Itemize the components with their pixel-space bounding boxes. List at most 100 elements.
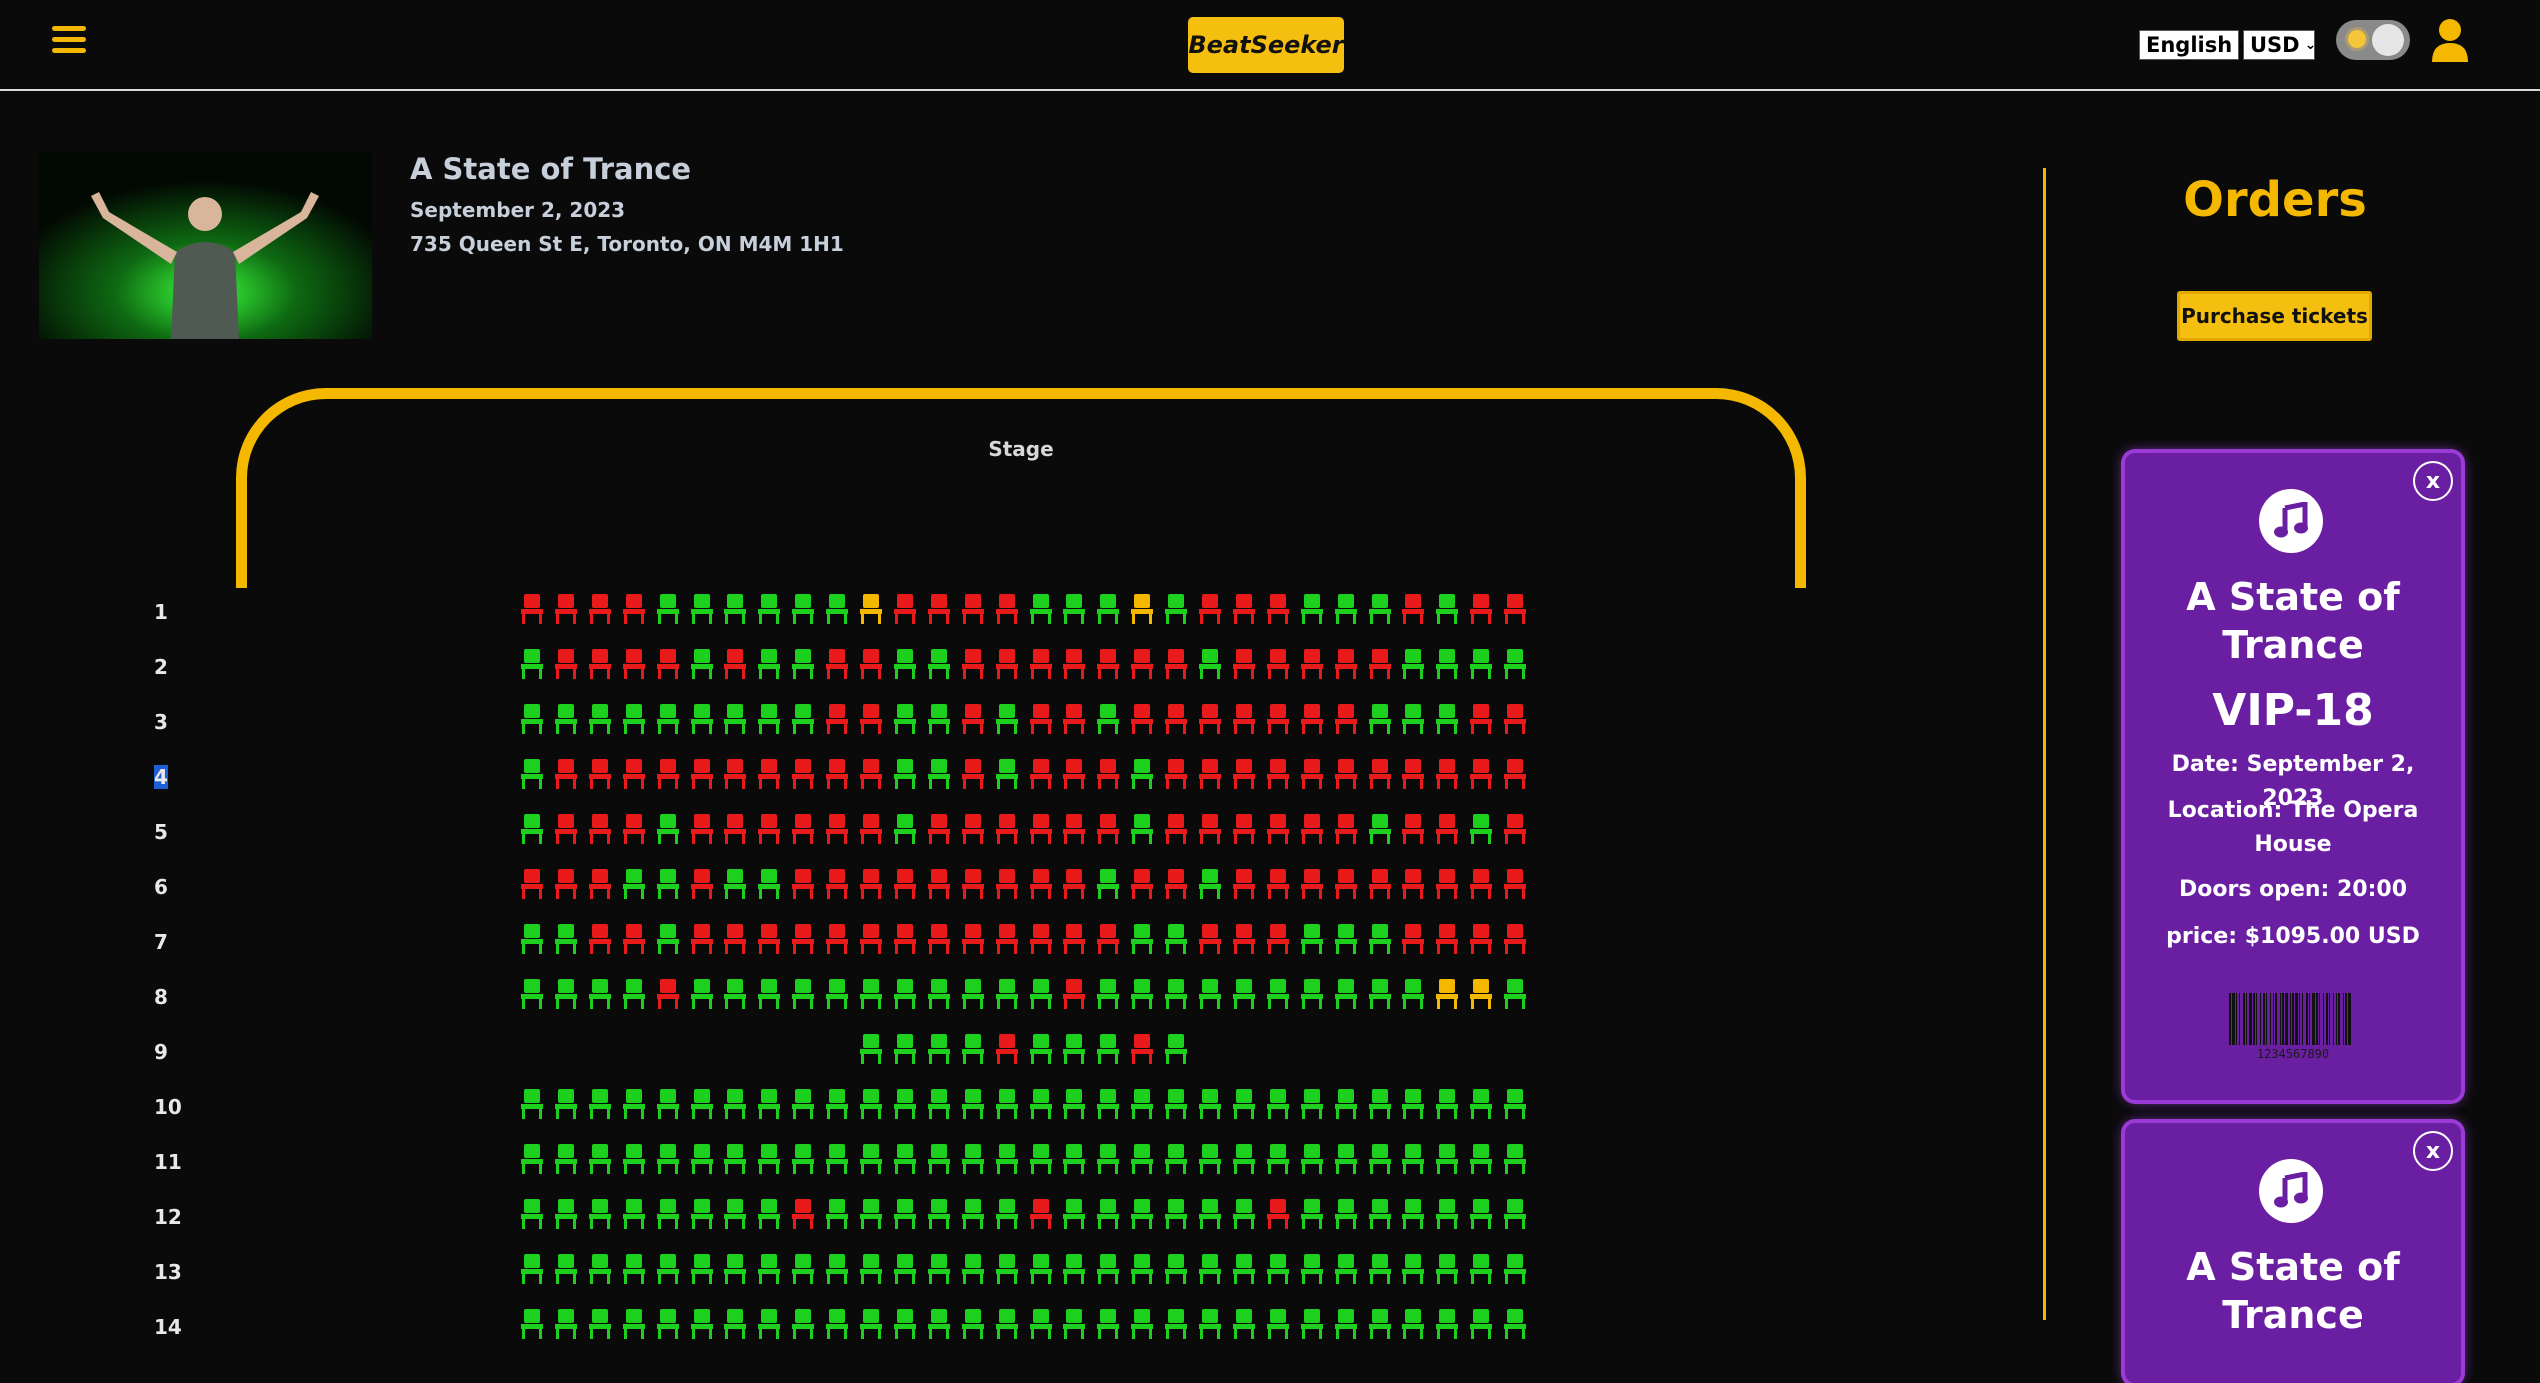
seat[interactable] bbox=[1265, 703, 1291, 735]
seat[interactable] bbox=[1129, 1088, 1155, 1120]
seat[interactable] bbox=[1028, 1308, 1054, 1340]
seat[interactable] bbox=[926, 648, 952, 680]
seat[interactable] bbox=[1231, 978, 1257, 1010]
seat[interactable] bbox=[1265, 923, 1291, 955]
seat[interactable] bbox=[1028, 1088, 1054, 1120]
seat[interactable] bbox=[1299, 923, 1325, 955]
seat[interactable] bbox=[1197, 868, 1223, 900]
seat[interactable] bbox=[1095, 648, 1121, 680]
seat[interactable] bbox=[587, 1198, 613, 1230]
seat[interactable] bbox=[1367, 868, 1393, 900]
seat[interactable] bbox=[519, 868, 545, 900]
seat[interactable] bbox=[1028, 758, 1054, 790]
seat[interactable] bbox=[1095, 1143, 1121, 1175]
seat[interactable] bbox=[1231, 1088, 1257, 1120]
seat[interactable] bbox=[689, 593, 715, 625]
seat[interactable] bbox=[790, 923, 816, 955]
seat[interactable] bbox=[655, 1088, 681, 1120]
seat[interactable] bbox=[858, 1253, 884, 1285]
seat[interactable] bbox=[892, 1033, 918, 1065]
seat[interactable] bbox=[1129, 648, 1155, 680]
seat[interactable] bbox=[722, 1253, 748, 1285]
close-ticket-button[interactable]: x bbox=[2413, 461, 2453, 501]
seat[interactable] bbox=[1028, 1253, 1054, 1285]
seat[interactable] bbox=[926, 923, 952, 955]
seat[interactable] bbox=[892, 978, 918, 1010]
seat[interactable] bbox=[1061, 703, 1087, 735]
seat[interactable] bbox=[1434, 648, 1460, 680]
seat[interactable] bbox=[1468, 593, 1494, 625]
seat[interactable] bbox=[1163, 758, 1189, 790]
seat[interactable] bbox=[960, 868, 986, 900]
seat[interactable] bbox=[892, 1308, 918, 1340]
seat[interactable] bbox=[621, 1088, 647, 1120]
seat[interactable] bbox=[960, 1253, 986, 1285]
seat[interactable] bbox=[1197, 648, 1223, 680]
seat[interactable] bbox=[994, 1033, 1020, 1065]
seat[interactable] bbox=[1197, 593, 1223, 625]
seat[interactable] bbox=[1434, 978, 1460, 1010]
seat[interactable] bbox=[1095, 868, 1121, 900]
seat[interactable] bbox=[892, 758, 918, 790]
seat[interactable] bbox=[926, 1198, 952, 1230]
seat[interactable] bbox=[790, 703, 816, 735]
seat[interactable] bbox=[926, 703, 952, 735]
hamburger-menu-icon[interactable] bbox=[52, 26, 86, 60]
seat[interactable] bbox=[1129, 1198, 1155, 1230]
seat[interactable] bbox=[1400, 1088, 1426, 1120]
seat[interactable] bbox=[1400, 1253, 1426, 1285]
seat[interactable] bbox=[1400, 593, 1426, 625]
seat[interactable] bbox=[994, 923, 1020, 955]
seat[interactable] bbox=[960, 1308, 986, 1340]
seat[interactable] bbox=[621, 1308, 647, 1340]
seat[interactable] bbox=[689, 703, 715, 735]
seat[interactable] bbox=[1028, 868, 1054, 900]
seat[interactable] bbox=[892, 868, 918, 900]
seat[interactable] bbox=[1502, 758, 1528, 790]
seat[interactable] bbox=[553, 758, 579, 790]
seat[interactable] bbox=[1434, 758, 1460, 790]
seat[interactable] bbox=[1400, 978, 1426, 1010]
seat[interactable] bbox=[790, 648, 816, 680]
seat[interactable] bbox=[689, 813, 715, 845]
seat[interactable] bbox=[519, 923, 545, 955]
seat[interactable] bbox=[1095, 1033, 1121, 1065]
seat[interactable] bbox=[1367, 703, 1393, 735]
seat[interactable] bbox=[1028, 1198, 1054, 1230]
seat[interactable] bbox=[587, 978, 613, 1010]
seat[interactable] bbox=[1231, 593, 1257, 625]
seat[interactable] bbox=[1163, 978, 1189, 1010]
seat[interactable] bbox=[1061, 923, 1087, 955]
seat[interactable] bbox=[790, 978, 816, 1010]
seat[interactable] bbox=[1367, 923, 1393, 955]
seat[interactable] bbox=[1061, 978, 1087, 1010]
seat[interactable] bbox=[1095, 923, 1121, 955]
seat[interactable] bbox=[1028, 1143, 1054, 1175]
seat[interactable] bbox=[1367, 758, 1393, 790]
seat[interactable] bbox=[926, 1253, 952, 1285]
seat[interactable] bbox=[553, 813, 579, 845]
seat[interactable] bbox=[1028, 978, 1054, 1010]
seat[interactable] bbox=[994, 1143, 1020, 1175]
seat[interactable] bbox=[892, 1198, 918, 1230]
seat[interactable] bbox=[1400, 648, 1426, 680]
seat[interactable] bbox=[1400, 813, 1426, 845]
seat[interactable] bbox=[689, 648, 715, 680]
seat[interactable] bbox=[587, 648, 613, 680]
seat[interactable] bbox=[858, 1308, 884, 1340]
seat[interactable] bbox=[722, 1143, 748, 1175]
close-ticket-button[interactable]: x bbox=[2413, 1131, 2453, 1171]
seat[interactable] bbox=[1028, 1033, 1054, 1065]
seat[interactable] bbox=[1333, 648, 1359, 680]
seat[interactable] bbox=[655, 593, 681, 625]
seat[interactable] bbox=[1265, 1253, 1291, 1285]
seat[interactable] bbox=[858, 1143, 884, 1175]
theme-toggle[interactable] bbox=[2336, 20, 2410, 60]
seat[interactable] bbox=[587, 593, 613, 625]
seat[interactable] bbox=[1400, 703, 1426, 735]
seat[interactable] bbox=[1333, 923, 1359, 955]
seat[interactable] bbox=[1468, 1253, 1494, 1285]
seat[interactable] bbox=[1028, 648, 1054, 680]
seat[interactable] bbox=[1333, 868, 1359, 900]
seat[interactable] bbox=[960, 923, 986, 955]
